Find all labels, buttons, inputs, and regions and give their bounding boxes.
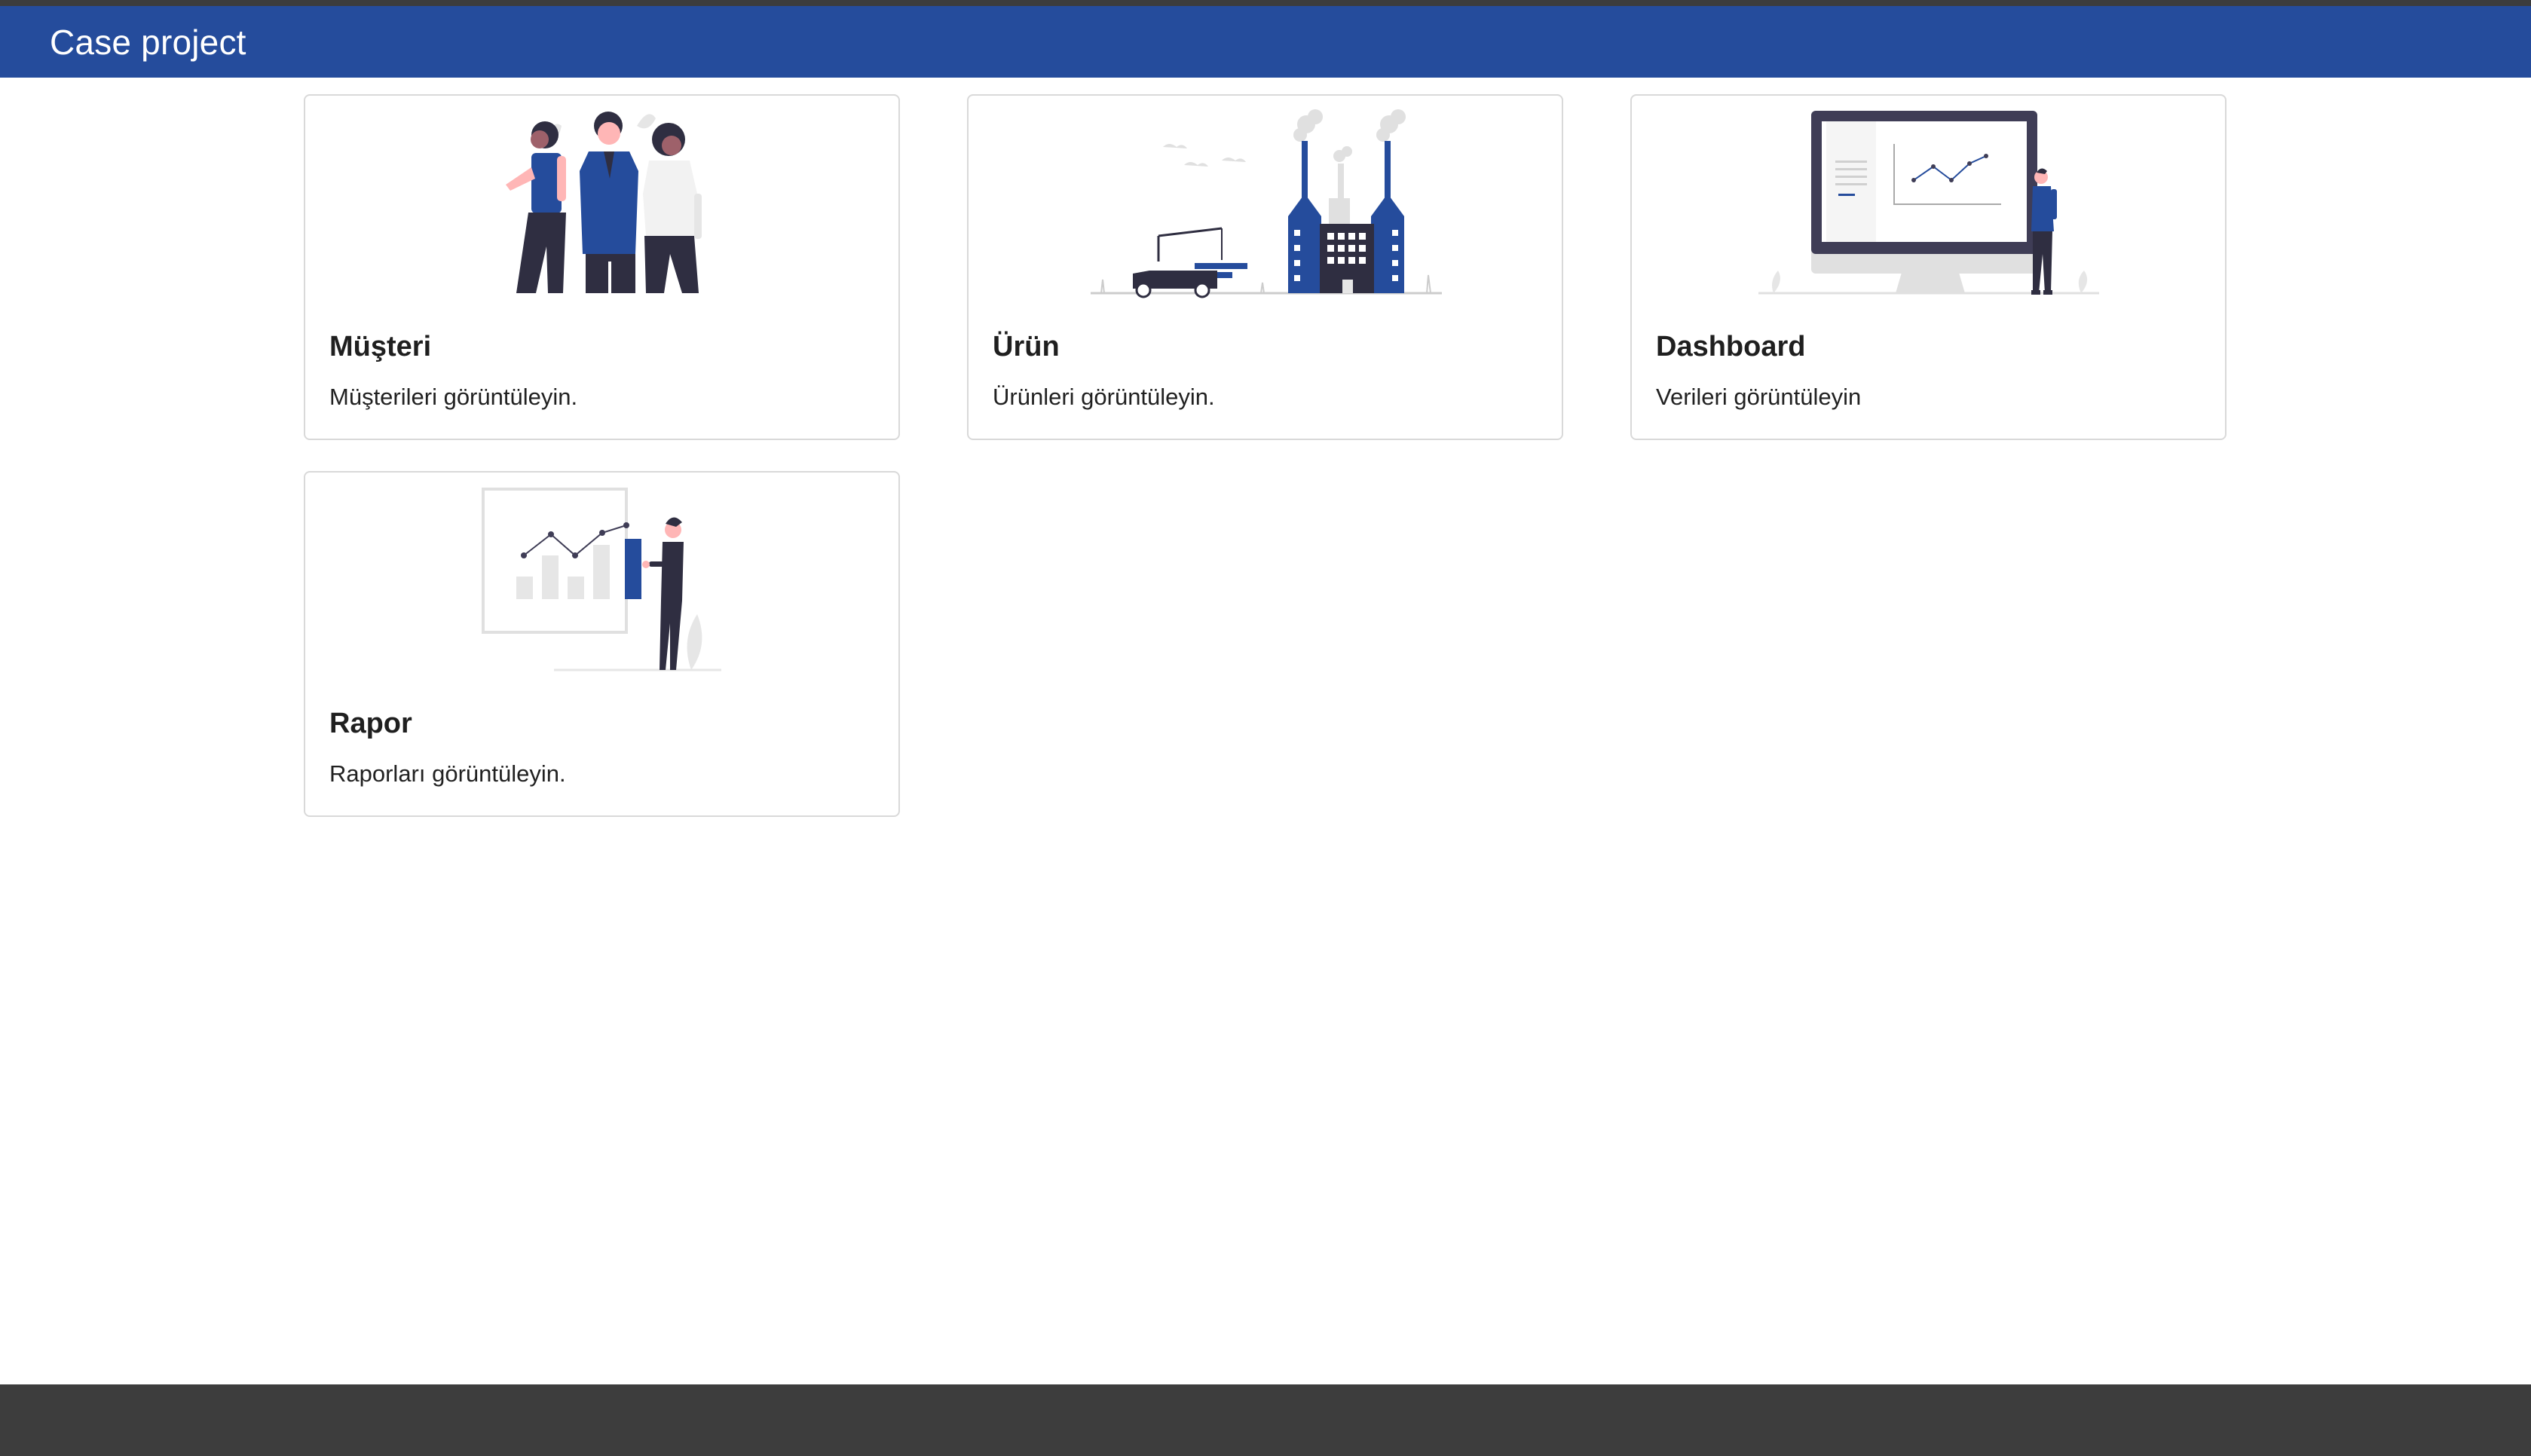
card-image [969,96,1562,314]
card-title: Rapor [329,708,412,739]
card-text: Müşterileri görüntüleyin. [329,384,578,410]
footer [0,1384,2531,1456]
card-title: Dashboard [1656,331,1806,362]
card-image [305,96,898,314]
monitor-dashboard-illustration-icon [1758,111,2099,295]
navbar: Case project [0,6,2531,78]
card-text: Raporları görüntüleyin. [329,760,566,787]
card-musteri[interactable]: Müşteri Müşterileri görüntüleyin. [304,94,900,440]
card-rapor[interactable]: Rapor Raporları görüntüleyin. [304,471,900,817]
report-chart-illustration-icon [482,488,721,671]
card-text: Ürünleri görüntüleyin. [993,384,1215,410]
card-text: Verileri görüntüleyin [1656,384,1862,410]
card-title: Müşteri [329,331,432,362]
factory-illustration-icon [1091,109,1442,298]
navbar-brand[interactable]: Case project [50,22,246,63]
card-image [305,473,898,691]
window-top-edge [0,0,2531,6]
card-urun[interactable]: Ürün Ürünleri görüntüleyin. [967,94,1563,440]
card-image [1632,96,2225,314]
main-content: Müşteri Müşterileri görüntüleyin. Ürün Ü… [0,78,2531,1384]
card-title: Ürün [993,331,1060,362]
card-dashboard[interactable]: Dashboard Verileri görüntüleyin [1630,94,2226,440]
people-illustration-icon [506,112,702,293]
